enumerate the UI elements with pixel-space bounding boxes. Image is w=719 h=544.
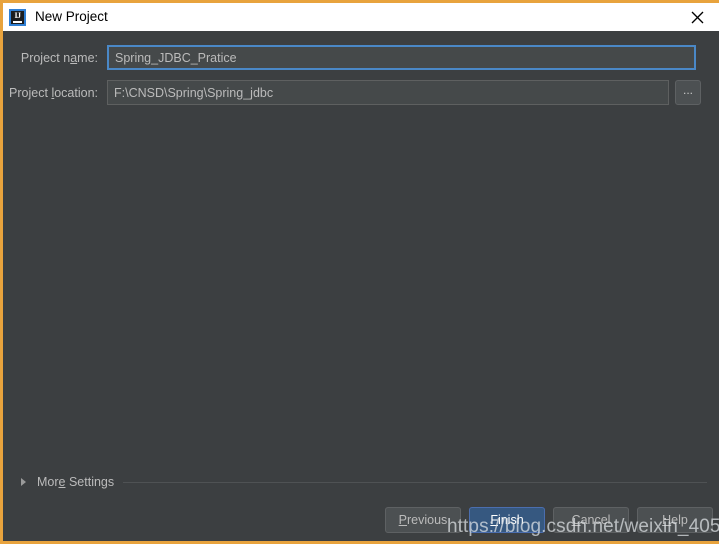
intellij-idea-icon: IJ bbox=[9, 8, 26, 26]
project-location-row: Project location: F:\CNSD\Spring\Spring_… bbox=[3, 80, 719, 105]
dialog-content: Project name: Spring_JDBC_Pratice Projec… bbox=[3, 31, 719, 541]
project-name-label-post: me: bbox=[77, 50, 98, 65]
app-icon-underline bbox=[13, 20, 22, 23]
more-settings-label: More Settings bbox=[37, 475, 114, 489]
help-button[interactable]: Help bbox=[637, 507, 713, 533]
project-location-label-post: ocation: bbox=[54, 85, 98, 100]
project-name-row: Project name: Spring_JDBC_Pratice bbox=[3, 45, 719, 70]
window-title: New Project bbox=[35, 9, 108, 25]
new-project-dialog: IJ New Project Project name: Spring_JDBC… bbox=[0, 0, 719, 544]
close-button[interactable] bbox=[675, 3, 719, 31]
app-icon-letters: IJ bbox=[14, 11, 21, 20]
help-button-mnemonic: H bbox=[662, 513, 672, 527]
cancel-button[interactable]: Cancel bbox=[553, 507, 629, 533]
project-name-label: Project name: bbox=[3, 51, 107, 65]
project-location-label-pre: Project bbox=[9, 85, 52, 100]
project-name-input[interactable]: Spring_JDBC_Pratice bbox=[107, 45, 696, 70]
cancel-button-label: ancel bbox=[580, 513, 611, 527]
project-location-label: Project location: bbox=[3, 86, 107, 100]
dialog-button-bar: Previous Finish Cancel Help bbox=[385, 507, 713, 533]
previous-button[interactable]: Previous bbox=[385, 507, 461, 533]
finish-button-mnemonic: F bbox=[490, 513, 498, 527]
close-icon bbox=[691, 11, 704, 24]
chevron-right-icon bbox=[21, 478, 26, 486]
browse-location-button[interactable]: ... bbox=[675, 80, 701, 105]
help-button-label: elp bbox=[671, 513, 688, 527]
more-settings-label-post: Settings bbox=[65, 475, 115, 489]
more-settings-separator bbox=[123, 481, 707, 483]
more-settings-toggle[interactable]: More Settings bbox=[21, 475, 707, 489]
previous-button-label: revious bbox=[407, 513, 448, 527]
finish-button[interactable]: Finish bbox=[469, 507, 545, 533]
project-name-label-pre: Project n bbox=[20, 50, 71, 65]
project-location-input[interactable]: F:\CNSD\Spring\Spring_jdbc bbox=[107, 80, 669, 105]
cancel-button-mnemonic: C bbox=[571, 513, 581, 527]
finish-button-label: inish bbox=[497, 513, 524, 527]
previous-button-mnemonic: P bbox=[398, 513, 408, 527]
title-bar: IJ New Project bbox=[3, 3, 719, 31]
more-settings-label-pre: Mor bbox=[37, 475, 59, 489]
